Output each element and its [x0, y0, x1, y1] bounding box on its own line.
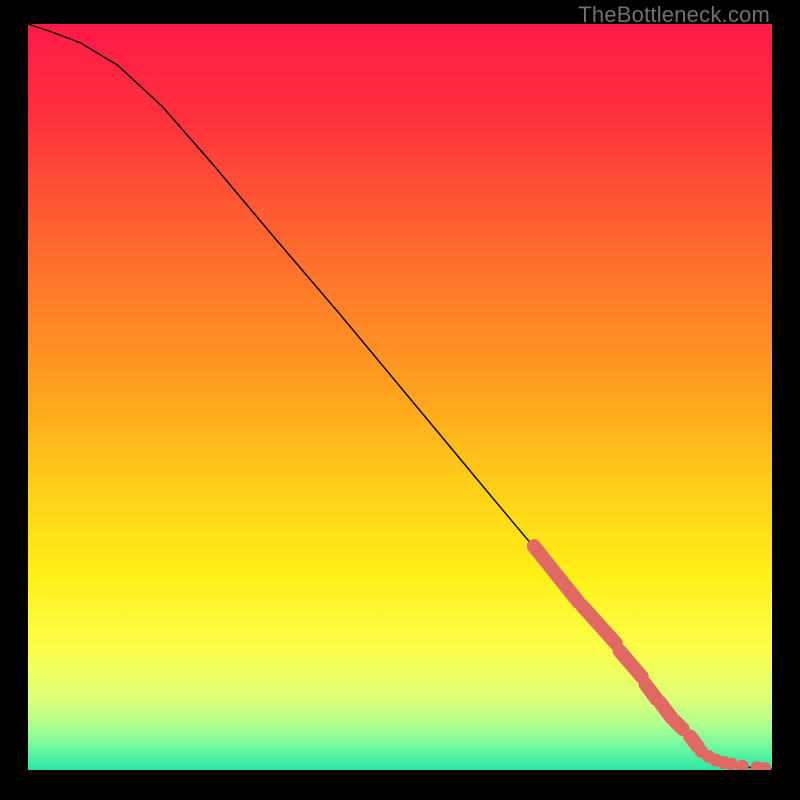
gradient-background [28, 24, 772, 770]
curve-highlight-segment [646, 684, 657, 699]
curve-highlight-dot [725, 758, 738, 770]
bottleneck-chart [28, 24, 772, 770]
curve-highlight-segment [660, 703, 671, 718]
chart-frame [28, 24, 772, 770]
curve-highlight-segment [675, 722, 682, 729]
curve-highlight-segment [690, 736, 697, 746]
watermark-text: TheBottleneck.com [578, 2, 770, 28]
